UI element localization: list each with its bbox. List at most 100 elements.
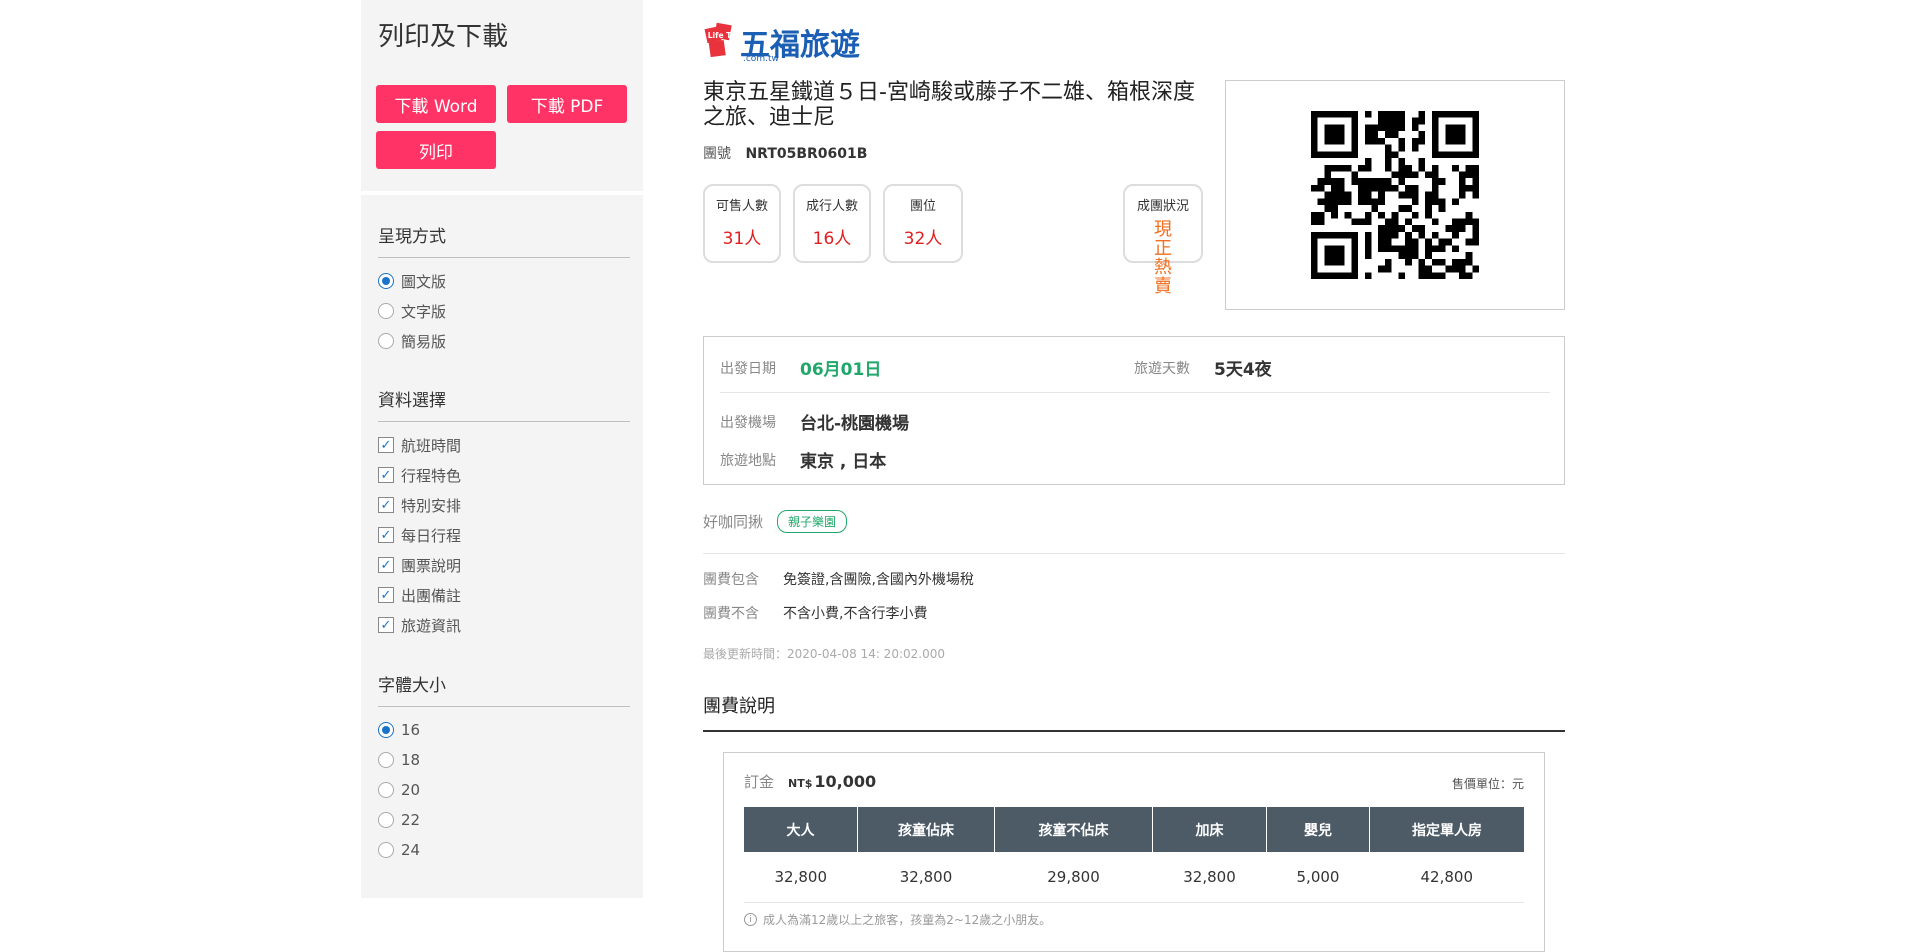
font-size-option-20[interactable]: 20 [378, 775, 630, 805]
checkbox-checked-icon[interactable]: ✓ [378, 527, 394, 543]
qr-module [1378, 245, 1385, 253]
qr-module [1324, 205, 1332, 212]
display-mode-option-image-text[interactable]: 圖文版 [378, 266, 630, 296]
qr-module [1425, 205, 1432, 212]
radio-icon[interactable] [378, 333, 394, 349]
qr-module [1425, 245, 1432, 253]
checkbox-checked-icon[interactable]: ✓ [378, 437, 394, 453]
radio-selected-icon[interactable] [378, 722, 394, 738]
brand-domain: .com.tw [743, 54, 779, 64]
data-option-travel-info[interactable]: ✓ 旅遊資訊 [378, 610, 630, 640]
radio-icon[interactable] [378, 812, 394, 828]
checkbox-checked-icon[interactable]: ✓ [378, 467, 394, 483]
qr-module [1458, 131, 1466, 138]
radio-selected-icon[interactable] [378, 273, 394, 289]
qr-module [1425, 238, 1432, 246]
checkbox-checked-icon[interactable]: ✓ [378, 557, 394, 573]
qr-module [1411, 211, 1419, 219]
qr-module [1311, 231, 1318, 239]
qr-module [1411, 245, 1419, 253]
data-option-tour-features[interactable]: ✓ 行程特色 [378, 460, 630, 490]
qr-module [1418, 158, 1426, 165]
checkbox-checked-icon[interactable]: ✓ [378, 617, 394, 633]
qr-module [1391, 225, 1399, 232]
qr-module [1317, 272, 1325, 279]
qr-module [1324, 272, 1332, 279]
qr-module [1438, 272, 1446, 279]
qr-module [1438, 205, 1446, 212]
qr-module [1452, 218, 1459, 226]
font-size-option-22[interactable]: 22 [378, 805, 630, 835]
deposit-value: 10,000 [814, 772, 877, 791]
qr-module [1431, 151, 1439, 159]
qr-module [1344, 211, 1352, 219]
display-mode-option-simple[interactable]: 簡易版 [378, 326, 630, 356]
checkbox-checked-icon[interactable]: ✓ [378, 587, 394, 603]
qr-module [1337, 124, 1345, 132]
brand-logo: Life Tour 五福旅遊 .com.tw [703, 18, 873, 64]
radio-icon[interactable] [378, 303, 394, 319]
fee-include-row: 團費包含 免簽證,含團險,含國內外機場稅 [703, 572, 974, 588]
qr-module [1425, 191, 1432, 199]
qr-module [1337, 137, 1345, 145]
data-option-flight-time[interactable]: ✓ 航班時間 [378, 430, 630, 460]
qr-module [1364, 218, 1372, 226]
qr-module [1411, 252, 1419, 259]
stat-seats: 團位 32人 [883, 184, 963, 263]
print-button[interactable]: 列印 [376, 131, 496, 169]
theme-tag[interactable]: 親子樂園 [777, 510, 848, 533]
font-size-section: 字體大小 16 18 20 22 24 [378, 671, 630, 865]
data-option-ticket-info[interactable]: ✓ 團票說明 [378, 550, 630, 580]
font-size-option-16[interactable]: 16 [378, 715, 630, 745]
qr-module [1411, 198, 1419, 206]
qr-module [1465, 111, 1473, 118]
qr-module [1431, 272, 1439, 279]
qr-module [1324, 131, 1332, 138]
qr-module [1398, 158, 1406, 165]
qr-module [1344, 272, 1352, 279]
qr-module [1378, 178, 1385, 185]
qr-module [1384, 238, 1392, 246]
font-size-option-24[interactable]: 24 [378, 835, 630, 865]
qr-module [1398, 111, 1406, 118]
qr-module [1317, 211, 1325, 219]
qr-module [1418, 131, 1426, 138]
data-option-special-arrangement[interactable]: ✓ 特別安排 [378, 490, 630, 520]
qr-module [1452, 198, 1459, 206]
qr-module [1351, 272, 1359, 279]
qr-module [1431, 178, 1439, 185]
qr-module [1364, 252, 1372, 259]
download-word-button[interactable]: 下載 Word [376, 85, 496, 123]
qr-module [1337, 164, 1345, 172]
qr-module [1431, 245, 1439, 253]
checkbox-checked-icon[interactable]: ✓ [378, 497, 394, 513]
radio-icon[interactable] [378, 782, 394, 798]
qr-module [1331, 245, 1338, 253]
depart-date-value: 06月01日 [800, 360, 882, 380]
font-size-option-18[interactable]: 18 [378, 745, 630, 775]
qr-module [1317, 198, 1325, 206]
qr-module [1391, 124, 1399, 132]
qr-module [1431, 144, 1439, 152]
data-option-daily-itinerary[interactable]: ✓ 每日行程 [378, 520, 630, 550]
qr-module [1472, 225, 1479, 232]
data-option-departure-notes[interactable]: ✓ 出團備註 [378, 580, 630, 610]
qr-module [1344, 191, 1352, 199]
download-pdf-button[interactable]: 下載 PDF [507, 85, 627, 123]
radio-icon[interactable] [378, 842, 394, 858]
price-cell: 42,800 [1369, 852, 1524, 903]
qr-module [1431, 191, 1439, 199]
price-cell: 32,800 [1152, 852, 1267, 903]
radio-icon[interactable] [378, 752, 394, 768]
qr-module [1425, 198, 1432, 206]
qr-module [1358, 218, 1365, 226]
qr-module [1337, 252, 1345, 259]
qr-module [1398, 117, 1406, 125]
qr-module [1458, 137, 1466, 145]
theme-row: 好咖同揪 親子樂園 [703, 510, 848, 533]
qr-module [1311, 151, 1318, 159]
price-note: i 成人為滿12歲以上之旅客，孩童為2~12歲之小朋友。 [744, 911, 1051, 928]
qr-module [1384, 265, 1392, 273]
qr-module [1452, 265, 1459, 273]
display-mode-option-text[interactable]: 文字版 [378, 296, 630, 326]
